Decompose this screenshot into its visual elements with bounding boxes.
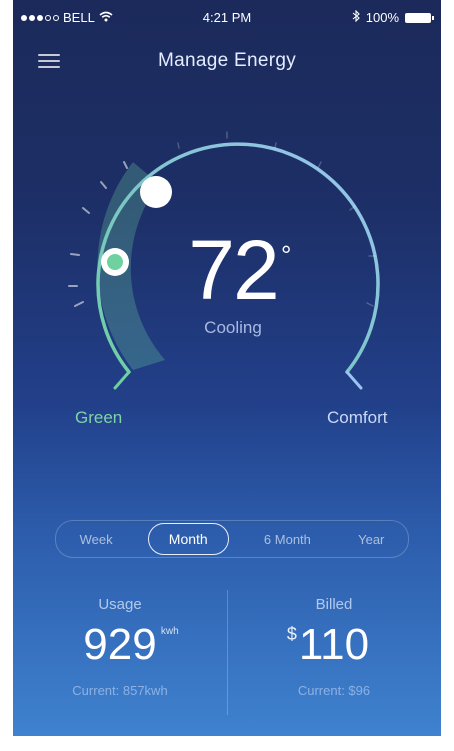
usage-value-wrapper: 929 kwh	[83, 620, 178, 669]
phone-screen: BELL 4:21 PM 100% Manage Energy 72 ° Coo…	[13, 0, 441, 736]
billed-currency: $	[286, 624, 297, 644]
page-title: Manage Energy	[157, 50, 297, 71]
usage-current: Current: 857kwh	[72, 683, 168, 698]
comfort-label: Comfort	[327, 408, 388, 427]
green-label: Green	[75, 408, 123, 427]
usage-stat: Usage 929 kwh Current: 857kwh	[13, 590, 227, 698]
billed-value-wrapper: $ 110	[287, 620, 370, 669]
thermostat-dial[interactable]: 72 ° Cooling Green Comfort	[13, 110, 441, 440]
nav-bar: Manage Energy	[13, 40, 441, 80]
comfort-setpoint-knob	[140, 176, 172, 208]
green-setpoint-knob-center	[107, 254, 123, 270]
hvac-mode: Cooling	[204, 318, 262, 337]
degree-symbol: °	[281, 240, 292, 270]
tab-year[interactable]: Year	[346, 524, 396, 555]
usage-value: 929	[83, 620, 157, 669]
billed-current: Current: $96	[297, 683, 371, 698]
temperature-value: 72	[188, 223, 279, 317]
tab-6-month[interactable]: 6 Month	[252, 524, 323, 555]
billed-label: Billed	[315, 596, 353, 613]
battery-icon	[405, 12, 434, 23]
battery-percent: 100%	[365, 10, 399, 25]
green-end-tick	[113, 370, 131, 390]
tab-week[interactable]: Week	[68, 524, 125, 555]
status-bar: BELL 4:21 PM 100%	[13, 0, 441, 34]
billed-stat: Billed $ 110 Current: $96	[227, 590, 441, 698]
billed-value: 110	[298, 620, 370, 669]
usage-unit: kwh	[160, 626, 179, 637]
period-tabs: Week Month 6 Month Year	[55, 520, 409, 558]
energy-stats: Usage 929 kwh Current: 857kwh Billed $ 1…	[13, 590, 441, 720]
bluetooth-icon	[352, 9, 360, 25]
comfort-end-tick	[345, 370, 363, 390]
status-right: 100%	[352, 9, 434, 25]
usage-label: Usage	[98, 596, 142, 613]
tab-month[interactable]: Month	[147, 523, 229, 555]
